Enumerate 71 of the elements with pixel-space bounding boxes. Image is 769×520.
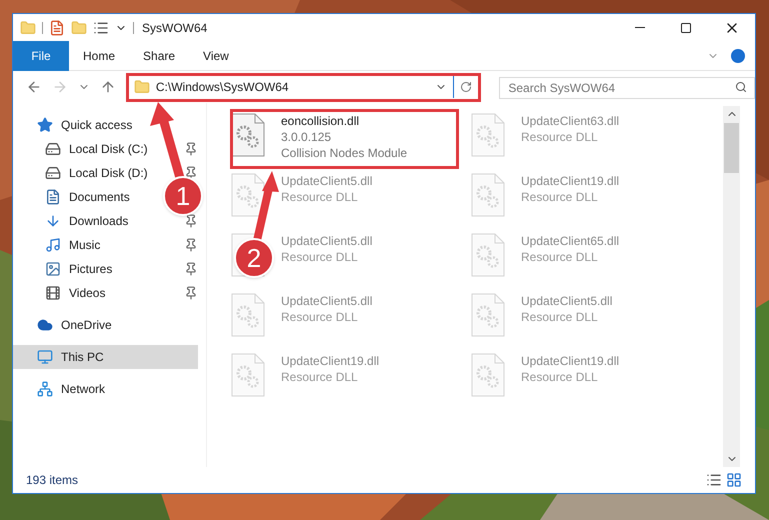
star-icon xyxy=(37,117,53,133)
pin-icon[interactable] xyxy=(184,286,198,300)
pin-icon[interactable] xyxy=(184,262,198,276)
nav-item[interactable]: Downloads xyxy=(13,209,136,233)
nav-item[interactable]: Local Disk (D:) xyxy=(13,161,156,185)
item-count: 193 items xyxy=(26,472,78,489)
help-icon[interactable] xyxy=(731,48,745,62)
file-gear-icon xyxy=(471,293,505,337)
file-detail: 3.0.0.125 xyxy=(281,129,332,145)
picture-icon xyxy=(45,261,61,277)
file-gear-icon xyxy=(471,353,505,397)
document-icon xyxy=(45,189,61,205)
nav-item[interactable]: Network xyxy=(13,377,114,401)
file-gear-icon xyxy=(471,113,505,157)
file-detail: Resource DLL xyxy=(521,249,598,265)
back-icon[interactable] xyxy=(26,79,42,95)
ribbon-tab[interactable]: View xyxy=(189,40,243,70)
nav-item[interactable]: Local Disk (C:) xyxy=(13,137,156,161)
music-note-icon xyxy=(45,237,61,253)
cloud-icon xyxy=(37,317,53,333)
file-detail: Resource DLL xyxy=(281,309,358,325)
file-detail: Resource DLL xyxy=(281,249,358,265)
list-icon[interactable] xyxy=(93,20,109,36)
refresh-icon[interactable] xyxy=(460,81,472,93)
file-gear-icon xyxy=(231,353,265,397)
pin-icon[interactable] xyxy=(184,238,198,252)
properties-icon[interactable] xyxy=(49,20,65,36)
file-menu-button[interactable]: File xyxy=(13,40,69,70)
scrollbar[interactable] xyxy=(723,106,740,467)
nav-item[interactable]: Music xyxy=(13,233,108,257)
nav-item[interactable]: OneDrive xyxy=(13,313,120,337)
file-name[interactable]: eoncollision.dll xyxy=(281,113,360,129)
search-field[interactable]: Search SysWOW64 xyxy=(499,77,755,99)
address-field[interactable]: C:\Windows\SysWOW64 xyxy=(126,72,482,102)
file-gear-icon xyxy=(471,173,505,217)
file-gear-icon xyxy=(231,173,265,217)
file-detail: Resource DLL xyxy=(521,369,598,385)
nav-item[interactable]: Documents xyxy=(13,185,138,209)
file-detail: Resource DLL xyxy=(521,189,598,205)
pin-icon[interactable] xyxy=(184,166,198,180)
nav-item[interactable]: This PC xyxy=(13,345,198,369)
maximize-icon xyxy=(680,22,692,34)
file-detail: Resource DLL xyxy=(281,189,358,205)
file-detail: Resource DLL xyxy=(281,369,358,385)
large-icons-view-icon[interactable] xyxy=(726,472,742,488)
up-icon[interactable] xyxy=(100,79,116,95)
file-detail: Resource DLL xyxy=(521,309,598,325)
file-gear-icon xyxy=(471,233,505,277)
folder-icon xyxy=(134,79,150,95)
monitor-icon xyxy=(37,349,53,365)
file-gear-icon xyxy=(231,113,265,157)
download-icon xyxy=(45,213,61,229)
details-view-icon[interactable] xyxy=(706,472,722,488)
network-icon xyxy=(37,381,53,397)
pin-icon[interactable] xyxy=(184,142,198,156)
film-icon xyxy=(45,285,61,301)
drive-icon xyxy=(45,165,61,181)
nav-item[interactable]: Pictures xyxy=(13,257,120,281)
ribbon-tab[interactable]: Home xyxy=(69,40,130,70)
file-detail: Resource DLL xyxy=(521,129,598,145)
window-title: SysWOW64 xyxy=(142,20,208,36)
pin-icon[interactable] xyxy=(184,214,198,228)
scroll-thumb[interactable] xyxy=(724,123,739,173)
search-icon[interactable] xyxy=(734,81,747,93)
nav-item[interactable]: Videos xyxy=(13,281,114,305)
file-detail: Collision Nodes Module xyxy=(281,145,408,161)
ribbon-tab[interactable]: Share xyxy=(129,40,190,70)
nav-item[interactable]: Quick access xyxy=(13,113,140,137)
minimize-icon xyxy=(635,27,645,28)
drive-icon xyxy=(45,141,61,157)
file-gear-icon xyxy=(231,293,265,337)
